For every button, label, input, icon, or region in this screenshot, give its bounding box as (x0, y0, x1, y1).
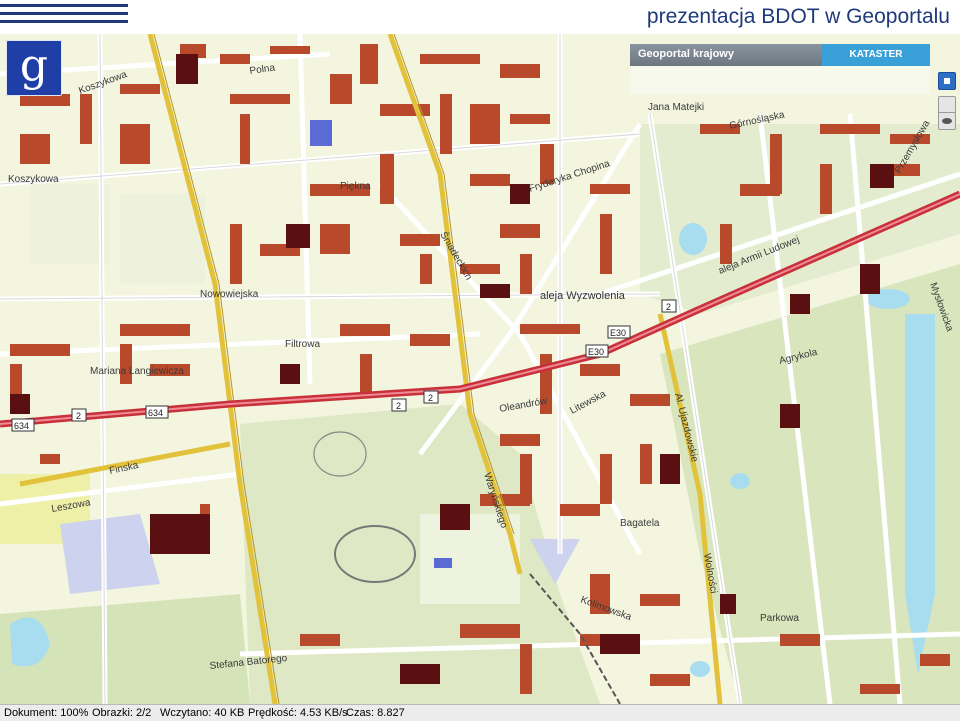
street-label: Nowowiejska (200, 289, 259, 300)
road-shield-label: 2 (76, 411, 81, 421)
status-images: Obrazki: 2/2 (92, 707, 152, 719)
map-toolbar: Geoportal krajowy KATASTER (630, 44, 930, 66)
road-shield-label: 2 (396, 401, 401, 411)
street-label: Koszykowa (8, 174, 59, 185)
toolbar-label: Geoportal krajowy (638, 48, 734, 60)
geoportal-logo-icon[interactable]: g (6, 40, 62, 96)
header-line (0, 20, 128, 23)
street-label: Parkowa (760, 613, 799, 624)
street-label: aleja Wyzwolenia (540, 290, 626, 302)
street-label: Piękna (340, 181, 371, 192)
page-header: prezentacja BDOT w Geoportalu (0, 0, 960, 34)
street-label: Jana Matejki (648, 102, 704, 113)
status-loaded: Wczytano: 40 KB (160, 707, 245, 719)
page-title: prezentacja BDOT w Geoportalu (646, 5, 950, 28)
header-line (0, 12, 128, 15)
status-document: Dokument: 100% (4, 707, 89, 719)
road-shield-label: E30 (588, 347, 604, 357)
street-label: Mariana Langiewicza (90, 366, 184, 377)
road-shield-label: E30 (610, 328, 626, 338)
street-label: Bagatela (620, 518, 660, 529)
status-bar: Dokument: 100% Obrazki: 2/2 Wczytano: 40… (0, 704, 960, 721)
status-time: Czas: 8.827 (346, 707, 405, 719)
kataster-button[interactable]: KATASTER (822, 44, 930, 66)
header-line (0, 4, 128, 7)
map-canvas[interactable]: 2 2 2 634 634 E30 E30 2 Koszykowa Nowowi… (0, 34, 960, 704)
status-speed: Prędkość: 4.53 KB/s (248, 707, 348, 719)
road-shield-label: 634 (148, 408, 163, 418)
layers-icon[interactable] (938, 72, 956, 90)
road-shield-label: 2 (428, 393, 433, 403)
road-shield-label: 2 (666, 302, 671, 312)
topographic-map[interactable]: 2 2 2 634 634 E30 E30 2 Koszykowa Nowowi… (0, 34, 960, 704)
street-label: Filtrowa (285, 339, 320, 350)
logo-glyph: g (19, 40, 49, 91)
eye-icon[interactable] (938, 112, 956, 130)
road-shield-label: 634 (14, 421, 29, 431)
toolbar-overlay (630, 66, 930, 94)
